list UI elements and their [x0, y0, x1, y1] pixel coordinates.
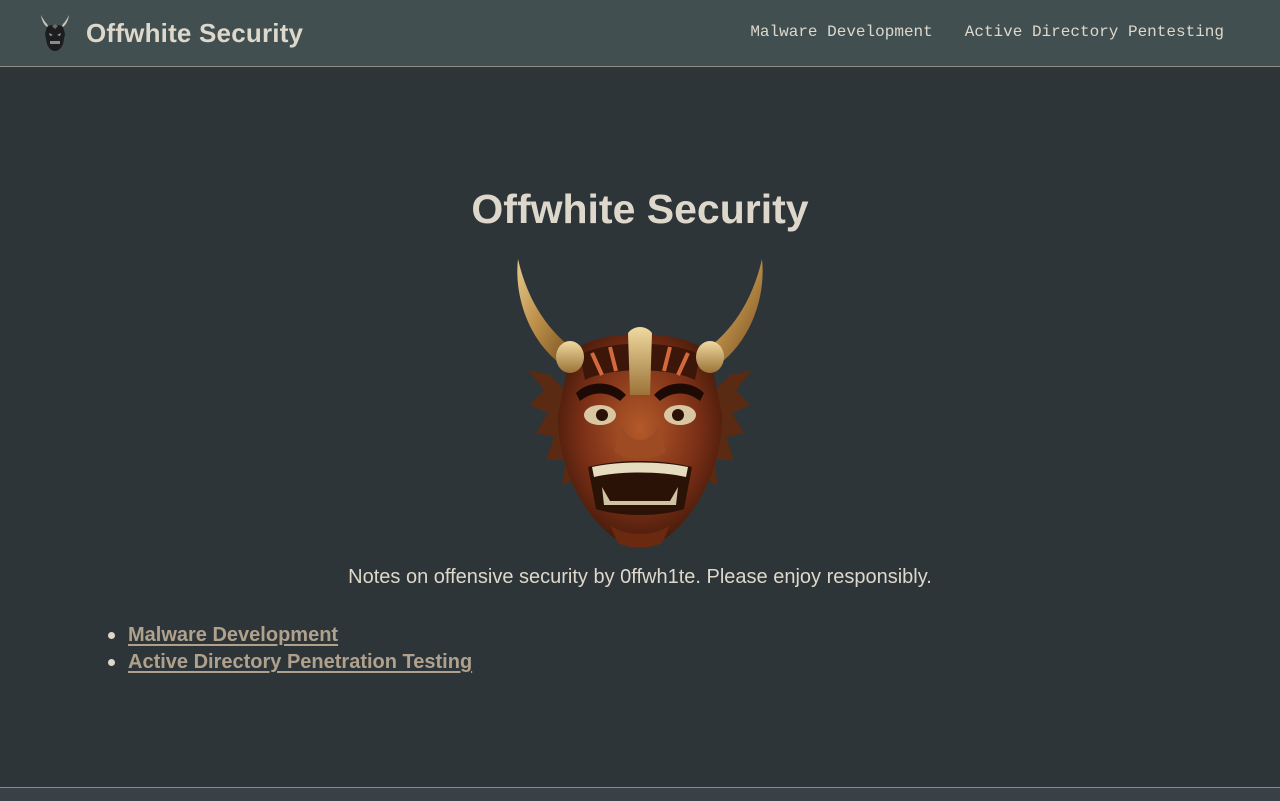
site-tagline: Notes on offensive security by 0ffwh1te.…: [348, 566, 932, 588]
oni-mask-icon: [517, 259, 763, 548]
site-title: Offwhite Security: [86, 17, 304, 48]
nav-malware-development[interactable]: Malware Development: [750, 22, 932, 42]
site-header: Offwhite Security Malware Development Ac…: [0, 0, 1280, 67]
footer-divider: [0, 787, 1280, 801]
link-active-directory-penetration-testing[interactable]: Active Directory Penetration Testing: [128, 651, 472, 673]
oni-mask-icon: [41, 15, 69, 51]
content-links: Malware Development Active Directory Pen…: [108, 622, 472, 676]
list-item: Active Directory Penetration Testing: [108, 649, 472, 676]
link-malware-development[interactable]: Malware Development: [128, 624, 338, 646]
nav-active-directory-pentesting[interactable]: Active Directory Pentesting: [965, 22, 1224, 42]
list-item: Malware Development: [108, 622, 472, 649]
home-link[interactable]: Offwhite Security: [38, 13, 303, 53]
top-nav: Malware Development Active Directory Pen…: [750, 22, 1224, 42]
page-title: Offwhite Security: [471, 186, 809, 232]
